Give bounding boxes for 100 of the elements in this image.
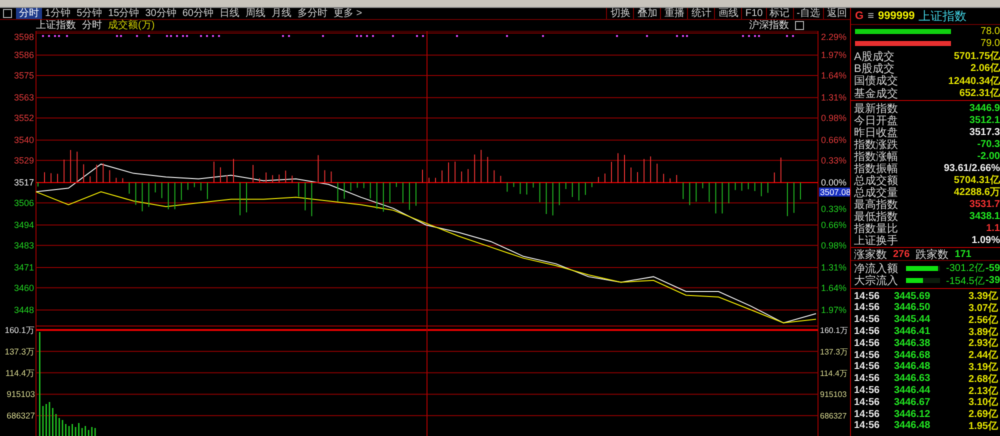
tick-price: 3446.50 xyxy=(894,302,932,314)
tick-time: 14:56 xyxy=(854,302,881,314)
volume-axis-label: 915103 xyxy=(820,390,847,400)
tick-volume: 2.44亿 xyxy=(968,348,998,362)
price-axis-label: 3598 xyxy=(14,32,34,42)
tick-volume: 1.95亿 xyxy=(968,420,998,433)
tick-price: 3446.48 xyxy=(894,361,932,372)
flow-value: -301.2亿 xyxy=(946,262,984,276)
flow-label: 大宗流入 xyxy=(854,274,898,288)
stat-label: 基金成交 xyxy=(854,86,898,101)
volume-axis-label: 114.4万 xyxy=(820,368,848,378)
stat-value: 42288.6万 xyxy=(952,186,1000,200)
percent-axis-label: 0.66% xyxy=(821,220,847,230)
tick-time: 14:56 xyxy=(854,385,881,396)
percent-axis-label: 1.64% xyxy=(821,282,847,293)
tick-price: 3446.67 xyxy=(894,396,932,408)
volume-axis-label: 114.4万 xyxy=(5,368,35,378)
cursor-price-label: 3507.08 xyxy=(819,187,850,198)
stat-label: A股成交 xyxy=(854,50,894,63)
stat-label: 指数涨幅 xyxy=(854,150,898,163)
percent-axis-label: 0.66% xyxy=(821,135,847,146)
price-axis-label: 3563 xyxy=(14,92,34,103)
volume-axis-label: 686327 xyxy=(6,410,35,421)
stat-value: 652.31亿 xyxy=(958,86,1000,100)
stat-value: -70.3 xyxy=(976,138,1000,150)
volume-axis-label: 686327 xyxy=(820,412,847,421)
volume-axis-label: 137.3万 xyxy=(4,346,35,356)
stat-value: 5701.75亿 xyxy=(952,50,1000,62)
tick-time: 14:56 xyxy=(854,408,881,420)
tick-volume: 3.07亿 xyxy=(968,302,998,314)
flow-value: -154.5亿 xyxy=(946,274,984,288)
price-axis-label: 3586 xyxy=(14,50,34,60)
volume-axis-label: 160.1万 xyxy=(4,326,35,335)
tick-time: 14:56 xyxy=(854,314,881,326)
stat-value: 2.06亿 xyxy=(970,62,1000,76)
price-axis-label: 3448 xyxy=(14,304,34,315)
flag-label: G xyxy=(855,10,864,22)
tick-volume: 2.56亿 xyxy=(968,314,998,326)
percent-axis-label: 1.31% xyxy=(821,262,847,272)
tick-price: 3446.63 xyxy=(894,373,932,384)
price-axis-label: 3540 xyxy=(14,135,34,146)
market-label: 沪深指数 xyxy=(749,20,789,31)
percent-axis-label: 2.29% xyxy=(821,32,847,42)
volume-axis-label: 915103 xyxy=(6,389,35,400)
flow-label: 净流入额 xyxy=(854,262,898,275)
tick-price: 3446.68 xyxy=(894,350,932,361)
tick-price: 3446.48 xyxy=(894,420,932,432)
percent-axis-label: 1.31% xyxy=(821,92,847,103)
percent-axis-label: 0.00% xyxy=(821,178,847,188)
stat-value: 12440.34亿 xyxy=(947,74,1000,88)
stat-label: B股成交 xyxy=(854,62,894,75)
stat-value: 3517.3 xyxy=(968,126,1000,138)
percent-axis-label: 0.98% xyxy=(821,240,847,250)
stat-value: 3438.1 xyxy=(968,210,1000,222)
tick-price: 3446.41 xyxy=(894,326,932,338)
stat-label: 涨家数 xyxy=(854,248,887,262)
ratio-value: 79.0 xyxy=(980,38,1000,48)
tick-price: 3446.12 xyxy=(894,408,932,420)
tick-volume: 3.19亿 xyxy=(968,360,998,374)
percent-axis-label: 0.98% xyxy=(821,112,847,123)
stat-label: 总成交量 xyxy=(854,186,898,199)
chart-title: 上证指数 xyxy=(36,20,76,31)
price-axis-label: 3483 xyxy=(14,240,34,250)
stat-label: 昨日收盘 xyxy=(854,126,898,139)
stat-label: 最低指数 xyxy=(854,210,898,223)
tick-price: 3445.69 xyxy=(894,290,932,302)
stat-label: 指数涨跌 xyxy=(854,138,898,151)
price-axis-label: 3517 xyxy=(14,178,34,188)
percent-axis-label: 1.97% xyxy=(821,304,847,315)
chart-mode: 分时 xyxy=(82,20,102,31)
tick-price: 3446.38 xyxy=(894,338,932,349)
stat-label: 指数振幅 xyxy=(854,162,898,175)
percent-axis-label: 1.64% xyxy=(821,70,847,80)
stock-code: 999999 xyxy=(878,10,915,22)
price-axis-label: 3575 xyxy=(14,70,34,80)
price-axis-label: 3506 xyxy=(14,198,34,208)
percent-axis-label: 1.97% xyxy=(821,50,847,60)
price-axis-label: 3529 xyxy=(14,155,34,166)
stat-value: 3446.9 xyxy=(968,102,1000,114)
stat-value: 93.61/2.66% xyxy=(942,162,1000,174)
stat-label: 最高指数 xyxy=(854,198,898,211)
tick-time: 14:56 xyxy=(854,350,881,361)
advancers-count: 276 xyxy=(893,248,910,260)
tick-time: 14:56 xyxy=(854,326,881,338)
tick-time: 14:56 xyxy=(854,396,881,408)
tick-volume: 2.69亿 xyxy=(968,408,998,420)
tick-time: 14:56 xyxy=(854,373,881,384)
stat-value: 1.1 xyxy=(985,222,1000,234)
tick-volume: 3.10亿 xyxy=(968,396,998,408)
stat-value: -2.00 xyxy=(976,150,1000,162)
stat-label: 上证换手 xyxy=(854,233,898,248)
tick-volume: 2.13亿 xyxy=(968,384,998,397)
percent-axis-label: 0.33% xyxy=(821,204,847,214)
flow-value: -39 xyxy=(984,275,1000,286)
stat-value: 3531.7 xyxy=(968,198,1000,210)
stat-value: 3512.1 xyxy=(968,114,1000,126)
indicator-label: 成交额(万) xyxy=(108,20,155,31)
tick-time: 14:56 xyxy=(854,338,881,349)
price-axis-label: 3460 xyxy=(14,282,34,293)
stat-label: 最新指数 xyxy=(854,102,898,115)
